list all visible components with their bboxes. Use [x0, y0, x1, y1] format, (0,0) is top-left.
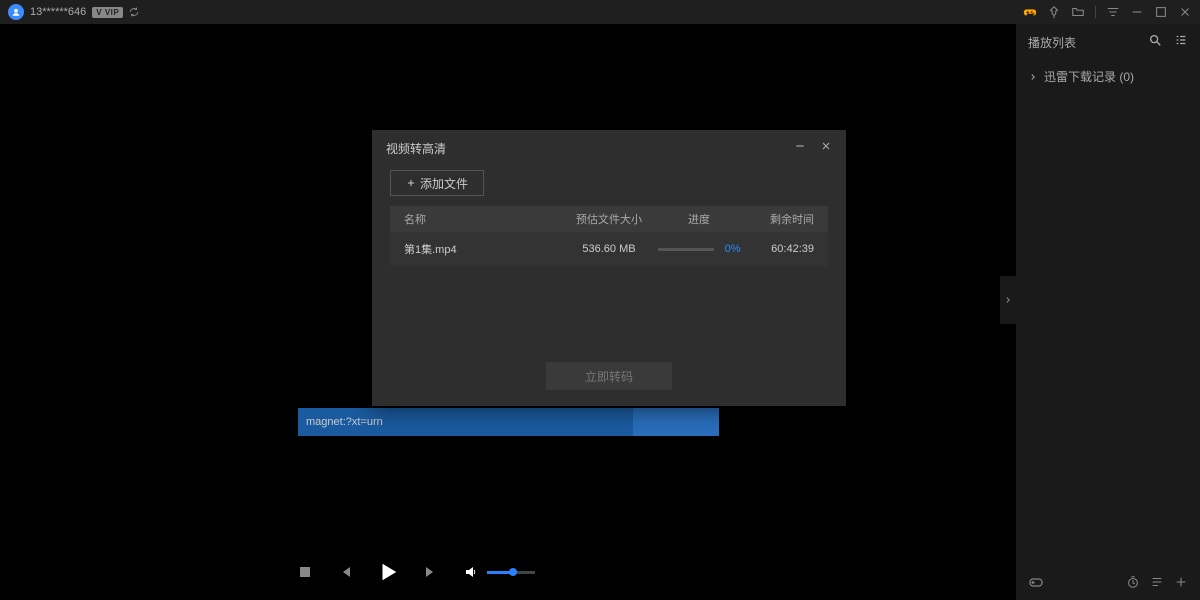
col-name: 名称 — [404, 211, 564, 227]
minimize-icon[interactable] — [1130, 5, 1144, 19]
gamepad-icon[interactable] — [1023, 5, 1037, 19]
filter-icon[interactable] — [1106, 5, 1120, 19]
username: 13******646 — [30, 6, 86, 18]
volume-slider[interactable] — [487, 571, 535, 574]
folder-icon[interactable] — [1071, 5, 1085, 19]
table-header: 名称 预估文件大小 进度 剩余时间 — [390, 206, 828, 232]
pin-icon[interactable] — [1047, 5, 1061, 19]
add-icon[interactable] — [1174, 575, 1188, 594]
add-file-label: 添加文件 — [420, 175, 468, 192]
sidebar: 播放列表 迅雷下载记录 (0) — [1016, 24, 1200, 600]
play-button[interactable] — [377, 561, 399, 583]
dialog-close-icon[interactable] — [820, 139, 832, 157]
add-file-button[interactable]: 添加文件 — [390, 170, 484, 196]
vip-badge: V VIP — [92, 7, 123, 18]
cell-size: 536.60 MB — [564, 243, 654, 255]
transcode-dialog: 视频转高清 添加文件 名称 预估文件大小 进度 剩余时间 第1集.mp4 536… — [372, 130, 846, 406]
playlist-icon[interactable] — [1150, 575, 1164, 594]
cell-time: 60:42:39 — [744, 243, 814, 255]
col-size: 预估文件大小 — [564, 211, 654, 227]
cell-name: 第1集.mp4 — [404, 241, 564, 257]
stop-button[interactable] — [297, 564, 313, 580]
playlist-settings-icon[interactable] — [1174, 33, 1188, 52]
col-time: 剩余时间 — [744, 211, 814, 227]
search-icon[interactable] — [1148, 33, 1162, 52]
progress-bar — [658, 248, 714, 251]
sidebar-item-label: 迅雷下载记录 (0) — [1044, 68, 1134, 85]
refresh-icon[interactable] — [129, 7, 139, 17]
table-row[interactable]: 第1集.mp4 536.60 MB 0% 60:42:39 — [390, 232, 828, 266]
dialog-minimize-icon[interactable] — [794, 139, 806, 157]
timer-icon[interactable] — [1126, 575, 1140, 594]
sidebar-item-downloads[interactable]: 迅雷下载记录 (0) — [1016, 60, 1200, 93]
avatar[interactable] — [8, 4, 24, 20]
col-progress: 进度 — [654, 211, 744, 227]
convert-button[interactable]: 立即转码 — [546, 362, 672, 390]
prev-button[interactable] — [337, 564, 353, 580]
url-banner-right — [633, 408, 719, 436]
gamepad-footer-icon[interactable] — [1028, 577, 1044, 594]
volume-icon[interactable] — [463, 564, 479, 580]
divider — [1095, 6, 1096, 18]
sidebar-title: 播放列表 — [1028, 34, 1076, 51]
next-button[interactable] — [423, 564, 439, 580]
dialog-title: 视频转高清 — [386, 140, 446, 157]
sidebar-collapse-button[interactable] — [1000, 276, 1016, 324]
close-icon[interactable] — [1178, 5, 1192, 19]
player-controls — [0, 552, 832, 592]
url-text: magnet:?xt=urn — [306, 416, 383, 428]
progress-pct: 0% — [725, 243, 741, 255]
cell-progress: 0% — [654, 243, 744, 255]
maximize-icon[interactable] — [1154, 5, 1168, 19]
